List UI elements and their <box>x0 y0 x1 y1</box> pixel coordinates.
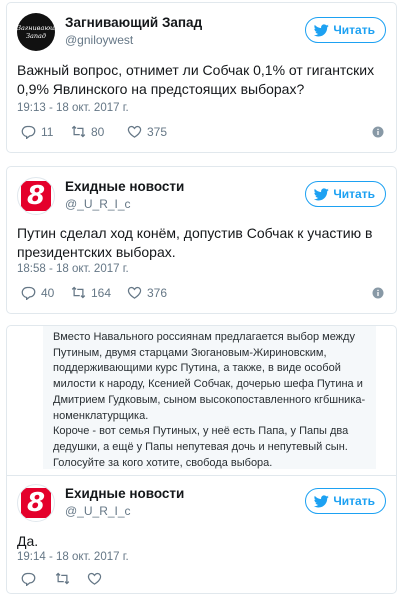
tweet-text: Да. <box>17 533 39 549</box>
follow-button[interactable]: Читать <box>305 488 386 514</box>
tweet-timestamp[interactable]: 18:58 - 18 окт. 2017 г. <box>17 263 129 275</box>
retweet-count: 164 <box>91 285 112 300</box>
tweet-timestamp[interactable]: 19:14 - 18 окт. 2017 г. <box>17 551 129 563</box>
avatar[interactable]: 8 <box>17 484 55 522</box>
author-handle[interactable]: @gniloywest <box>65 33 133 47</box>
tweet-card: ЗагнивающийЗапад Загнивающий Запад @gnil… <box>6 2 397 153</box>
reply-icon <box>21 286 36 300</box>
tweet-text: Важный вопрос, отнимет ли Собчак 0,1% от… <box>17 62 375 97</box>
like-button[interactable]: 376 <box>127 285 167 300</box>
heart-icon <box>87 572 102 585</box>
tweet-card: Вместо Навального россиянам предлагается… <box>6 325 397 594</box>
info-button[interactable] <box>372 125 384 143</box>
reply-count: 40 <box>41 285 55 300</box>
quoted-text-image[interactable]: Вместо Навального россиянам предлагается… <box>43 326 376 469</box>
reply-button[interactable]: 11 <box>21 124 53 139</box>
follow-label: Читать <box>333 187 375 201</box>
follow-label: Читать <box>333 23 375 37</box>
tweet-header: ЗагнивающийЗапад Загнивающий Запад @gnil… <box>17 13 386 53</box>
tweet-actions: 40 164 376 <box>21 285 384 303</box>
avatar-logo-text: 8 <box>26 488 46 518</box>
like-button[interactable]: 375 <box>127 124 167 139</box>
twitter-bird-icon <box>314 23 330 36</box>
retweet-icon <box>71 125 86 138</box>
heart-icon <box>127 125 142 138</box>
follow-button[interactable]: Читать <box>305 181 386 207</box>
avatar[interactable]: ЗагнивающийЗапад <box>17 13 55 51</box>
tweet-header: 8 Ехидные новости @_U_R_I_c Читать <box>17 177 386 217</box>
author-handle[interactable]: @_U_R_I_c <box>65 197 131 211</box>
reply-button[interactable] <box>21 571 41 586</box>
retweet-icon <box>71 286 86 299</box>
divider <box>7 475 396 476</box>
author-name[interactable]: Ехидные новости <box>65 486 184 501</box>
like-button[interactable] <box>87 571 107 586</box>
like-count: 376 <box>147 285 168 300</box>
tweet-header: 8 Ехидные новости @_U_R_I_c Читать <box>17 484 386 524</box>
tweet-text: Путин сделал ход конём, допустив Собчак … <box>17 225 373 260</box>
logo-icon: 8 <box>21 488 51 518</box>
logo-icon: 8 <box>21 181 51 211</box>
retweet-icon <box>55 572 70 585</box>
retweet-count: 80 <box>91 124 105 139</box>
info-icon <box>372 287 384 299</box>
author-name[interactable]: Загнивающий Запад <box>65 15 202 30</box>
twitter-bird-icon <box>314 187 330 200</box>
retweet-button[interactable]: 164 <box>71 285 111 300</box>
info-button[interactable] <box>372 286 384 304</box>
like-count: 375 <box>147 124 168 139</box>
retweet-button[interactable]: 80 <box>71 124 104 139</box>
retweet-button[interactable] <box>55 571 75 586</box>
reply-icon <box>21 572 36 586</box>
reply-count: 11 <box>41 124 54 139</box>
tweet-timestamp[interactable]: 19:13 - 18 окт. 2017 г. <box>17 102 129 114</box>
author-name[interactable]: Ехидные новости <box>65 179 184 194</box>
avatar-logo-text: 8 <box>26 181 46 211</box>
reply-button[interactable]: 40 <box>21 285 54 300</box>
follow-label: Читать <box>333 494 375 508</box>
follow-button[interactable]: Читать <box>305 17 386 43</box>
twitter-bird-icon <box>314 494 330 507</box>
reply-icon <box>21 125 36 139</box>
tweet-actions: 11 80 375 <box>21 124 384 142</box>
avatar[interactable]: 8 <box>17 177 55 215</box>
info-icon <box>372 126 384 138</box>
tweet-actions <box>21 571 384 589</box>
heart-icon <box>127 286 142 299</box>
avatar-logo-text: ЗагнивающийЗапад <box>17 24 55 40</box>
author-handle[interactable]: @_U_R_I_c <box>65 504 131 518</box>
quoted-text: Вместо Навального россиянам предлагается… <box>53 331 366 469</box>
tweet-card: 8 Ехидные новости @_U_R_I_c Читать Путин… <box>6 166 397 314</box>
